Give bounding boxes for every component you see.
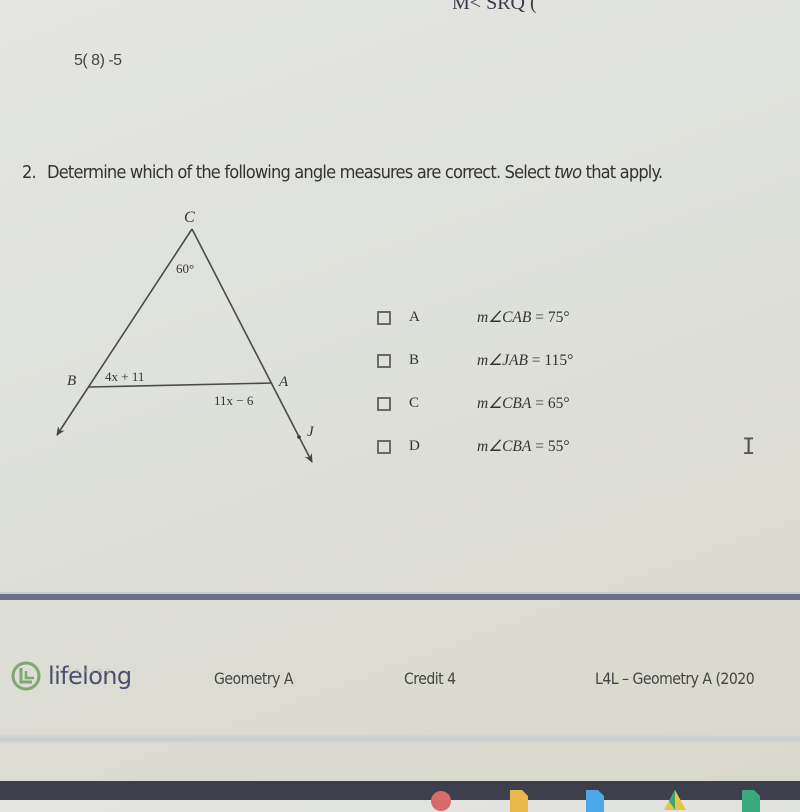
- label-j: J: [307, 424, 315, 440]
- answer-options: A m∠CAB = 75° B m∠JAB = 115° C m∠CBA = 6…: [377, 296, 573, 468]
- angle-name: CBA: [502, 395, 532, 412]
- course-code: L4L – Geometry A (2020: [595, 669, 755, 688]
- label-c: C: [184, 209, 195, 226]
- question-emphasis: two: [554, 163, 582, 183]
- checkbox-b[interactable]: [377, 353, 391, 368]
- ray-cj: [191, 228, 313, 463]
- text-cursor-icon: I: [742, 435, 756, 460]
- question-text-end: that apply.: [581, 163, 664, 183]
- gmail-icon[interactable]: [430, 790, 452, 812]
- previous-answer: 5( 8) -5: [74, 52, 122, 69]
- question-number: 2.: [22, 163, 37, 183]
- angle-name: CAB: [502, 309, 532, 326]
- angle-a-label: 11x − 6: [214, 393, 254, 408]
- credit-label: Credit 4: [404, 669, 456, 688]
- option-c[interactable]: C m∠CBA = 65°: [377, 382, 570, 425]
- option-letter: B: [409, 352, 420, 368]
- bottom-band: [0, 735, 800, 743]
- option-d[interactable]: D m∠CBA = 55°: [377, 425, 570, 468]
- slides-icon[interactable]: [508, 790, 530, 812]
- sheets-icon[interactable]: [740, 790, 762, 812]
- option-letter: C: [409, 395, 420, 411]
- angle-name: JAB: [502, 352, 528, 369]
- triangle-diagram: C 60° B 4x + 11 A 11x − 6 J: [40, 200, 340, 470]
- option-letter: A: [409, 309, 420, 325]
- option-a[interactable]: A m∠CAB = 75°: [377, 296, 570, 339]
- angle-value: = 75°: [531, 309, 570, 326]
- taskbar: [0, 781, 800, 812]
- angle-b-label: 4x + 11: [105, 369, 144, 384]
- cutoff-text: M< SRQ (: [452, 0, 537, 14]
- option-b[interactable]: B m∠JAB = 115°: [377, 339, 573, 382]
- angle-name: CBA: [502, 438, 532, 455]
- measure-prefix: m∠: [477, 309, 503, 326]
- option-expression: m∠CAB = 75°: [477, 308, 570, 327]
- checkbox-a[interactable]: [377, 310, 391, 325]
- angle-value: = 115°: [527, 352, 574, 369]
- option-letter: D: [409, 438, 420, 454]
- angle-c-label: 60°: [176, 261, 194, 276]
- lifelong-logo: lifelong: [10, 660, 132, 692]
- checkbox-c[interactable]: [377, 396, 391, 411]
- label-a: A: [278, 374, 289, 390]
- drive-icon[interactable]: [664, 790, 686, 812]
- measure-prefix: m∠: [477, 352, 503, 369]
- angle-value: = 65°: [531, 395, 570, 412]
- measure-prefix: m∠: [477, 438, 503, 455]
- ray-cb: [56, 228, 193, 436]
- option-expression: m∠CBA = 65°: [477, 394, 570, 413]
- option-expression: m∠JAB = 115°: [477, 351, 573, 370]
- footer-divider: [0, 592, 800, 600]
- docs-icon[interactable]: [584, 790, 606, 812]
- point-j: [297, 435, 301, 439]
- logo-subtext: LEARNING: [52, 668, 115, 675]
- page-footer: lifelong LEARNING Geometry A Credit 4 L4…: [0, 640, 800, 720]
- question-text: Determine which of the following angle m…: [47, 163, 555, 183]
- course-name: Geometry A: [214, 669, 294, 688]
- lifelong-logo-icon: [11, 661, 41, 691]
- option-expression: m∠CBA = 55°: [477, 437, 570, 456]
- worksheet-page: M< SRQ ( 5( 8) -5 2. Determine which of t…: [0, 0, 800, 790]
- label-b: B: [67, 373, 76, 389]
- question-prompt: 2. Determine which of the following angle…: [22, 163, 664, 183]
- measure-prefix: m∠: [477, 395, 503, 412]
- checkbox-d[interactable]: [377, 439, 391, 454]
- angle-value: = 55°: [531, 438, 570, 455]
